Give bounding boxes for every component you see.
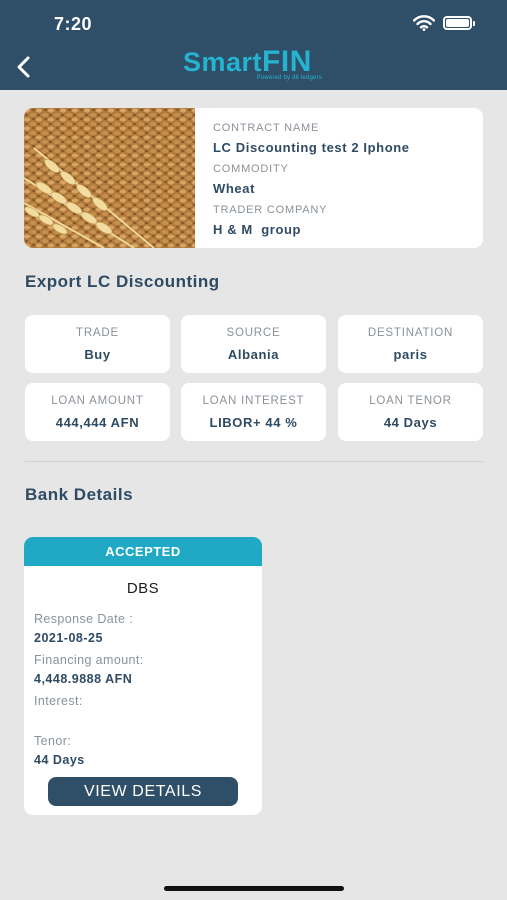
status-badge: ACCEPTED <box>24 537 262 566</box>
bank-details-title: Bank Details <box>25 485 134 504</box>
trader-company-label: TRADER COMPANY <box>213 204 328 216</box>
logo-title: SmartFIN <box>183 45 328 78</box>
contract-name-value: LC Discounting test 2 Iphone <box>213 140 410 155</box>
detail-loan-interest: LOAN INTEREST LIBOR+ 44 % <box>181 383 326 441</box>
bank-name: DBS <box>126 580 160 597</box>
interest-label: Interest: <box>34 694 83 708</box>
tenor-label: Tenor: <box>34 734 72 748</box>
logo-title-fin: FIN <box>262 45 312 78</box>
response-date-value: 2021-08-25 <box>34 631 103 645</box>
app-header: 7:20 SmartFIN Powered by dlt ledgers <box>0 0 507 90</box>
commodity-value: Wheat <box>213 181 255 196</box>
detail-value: 44 Days <box>383 415 438 430</box>
detail-source: SOURCE Albania <box>181 315 326 373</box>
detail-loan-amount: LOAN AMOUNT 444,444 AFN <box>25 383 170 441</box>
detail-value: LIBOR+ 44 % <box>209 415 298 430</box>
detail-label: LOAN INTEREST <box>202 395 305 407</box>
detail-destination: DESTINATION paris <box>338 315 483 373</box>
trader-company-value: H & M group <box>213 222 302 237</box>
status-time: 7:20 <box>54 14 93 34</box>
logo-subtitle: Powered by dlt ledgers <box>256 75 322 81</box>
contract-card: CONTRACT NAME LC Discounting test 2 Ipho… <box>24 108 483 248</box>
wifi-icon <box>413 15 435 31</box>
detail-label: LOAN AMOUNT <box>51 395 144 407</box>
financing-amount-label: Financing amount: <box>34 653 144 667</box>
section-divider <box>25 461 483 462</box>
commodity-label: COMMODITY <box>213 163 289 175</box>
detail-value: Buy <box>84 347 111 362</box>
detail-label: SOURCE <box>226 327 281 339</box>
battery-icon <box>443 16 475 30</box>
detail-value: paris <box>393 347 428 362</box>
tenor-value: 44 Days <box>34 753 85 767</box>
detail-loan-tenor: LOAN TENOR 44 Days <box>338 383 483 441</box>
wheat-image <box>24 108 195 248</box>
response-date-label: Response Date : <box>34 612 134 626</box>
export-lc-title: Export LC Discounting <box>25 272 220 291</box>
contract-name-label: CONTRACT NAME <box>213 122 320 134</box>
view-details-button[interactable]: VIEW DETAILS <box>48 777 238 806</box>
home-indicator <box>164 886 344 891</box>
detail-label: TRADE <box>76 327 119 339</box>
bank-offer-card: ACCEPTED DBS Response Date : 2021-08-25 … <box>24 537 262 815</box>
detail-value: 444,444 AFN <box>55 415 140 430</box>
back-arrow-icon[interactable] <box>12 54 36 80</box>
detail-trade: TRADE Buy <box>25 315 170 373</box>
detail-value: Albania <box>227 347 280 362</box>
smartfin-logo: SmartFIN Powered by dlt ledgers <box>183 45 328 86</box>
detail-label: DESTINATION <box>367 327 454 339</box>
financing-amount-value: 4,448.9888 AFN <box>34 672 133 686</box>
detail-label: LOAN TENOR <box>369 395 452 407</box>
logo-title-smart: Smart <box>183 47 263 77</box>
